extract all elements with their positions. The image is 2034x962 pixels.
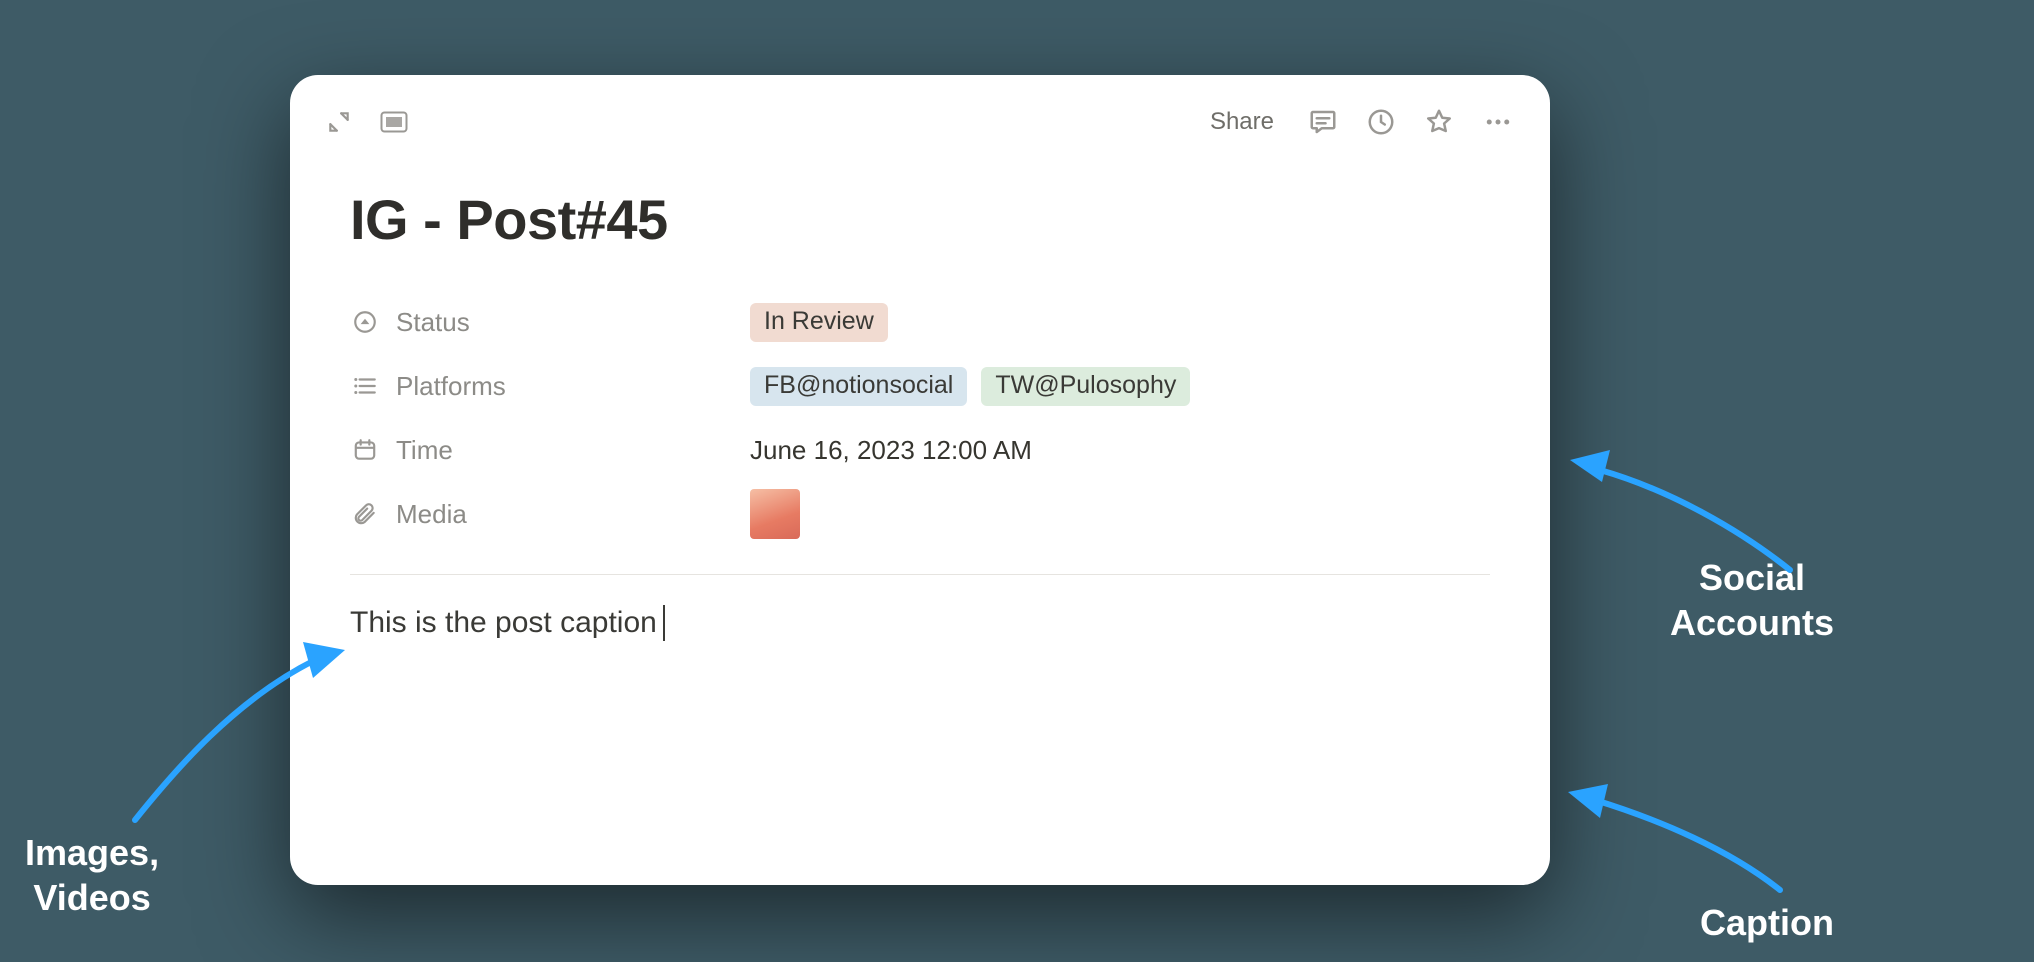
updates-clock-icon[interactable]: [1366, 107, 1396, 137]
topbar-right: Share: [1210, 107, 1514, 137]
property-key-time[interactable]: Time: [350, 435, 750, 466]
attachment-icon: [350, 501, 380, 527]
more-menu-icon[interactable]: [1482, 107, 1514, 137]
date-icon: [350, 437, 380, 463]
expand-icon[interactable]: [326, 109, 352, 135]
property-label: Time: [396, 435, 453, 466]
property-value-media[interactable]: [750, 489, 800, 539]
property-key-status[interactable]: Status: [350, 307, 750, 338]
share-button[interactable]: Share: [1210, 108, 1274, 136]
property-label: Media: [396, 499, 467, 530]
page-title[interactable]: IG - Post#45: [350, 187, 1490, 252]
property-value-status[interactable]: In Review: [750, 303, 888, 342]
status-tag: In Review: [750, 303, 888, 342]
property-key-media[interactable]: Media: [350, 499, 750, 530]
platform-tag: FB@notionsocial: [750, 367, 967, 406]
property-row-platforms: Platforms FB@notionsocial TW@Pulosophy: [350, 354, 1490, 418]
peek-mode-icon[interactable]: [380, 110, 408, 134]
text-cursor: [663, 605, 665, 641]
annotation-media: Images, Videos: [25, 830, 159, 920]
topbar-left: [326, 109, 408, 135]
status-icon: [350, 309, 380, 335]
property-value-platforms[interactable]: FB@notionsocial TW@Pulosophy: [750, 367, 1190, 406]
favorite-star-icon[interactable]: [1424, 107, 1454, 137]
page-topbar: Share: [290, 75, 1550, 147]
property-divider: [350, 574, 1490, 575]
time-text: June 16, 2023 12:00 AM: [750, 435, 1032, 466]
property-value-time[interactable]: June 16, 2023 12:00 AM: [750, 435, 1032, 466]
platform-tag: TW@Pulosophy: [981, 367, 1190, 406]
property-key-platforms[interactable]: Platforms: [350, 371, 750, 402]
page-content: IG - Post#45 Status In Review Platforms: [290, 147, 1550, 641]
property-row-status: Status In Review: [350, 290, 1490, 354]
annotation-caption: Caption: [1700, 900, 1834, 945]
annotation-social-accounts: Social Accounts: [1670, 555, 1834, 645]
page-body[interactable]: This is the post caption: [350, 605, 1490, 641]
notion-page-card: Share IG - Post#45 Status: [290, 75, 1550, 885]
property-label: Status: [396, 307, 470, 338]
caption-text: This is the post caption: [350, 606, 657, 640]
multiselect-icon: [350, 373, 380, 399]
media-thumbnail[interactable]: [750, 489, 800, 539]
property-row-time: Time June 16, 2023 12:00 AM: [350, 418, 1490, 482]
comments-icon[interactable]: [1308, 107, 1338, 137]
property-row-media: Media: [350, 482, 1490, 546]
property-label: Platforms: [396, 371, 506, 402]
